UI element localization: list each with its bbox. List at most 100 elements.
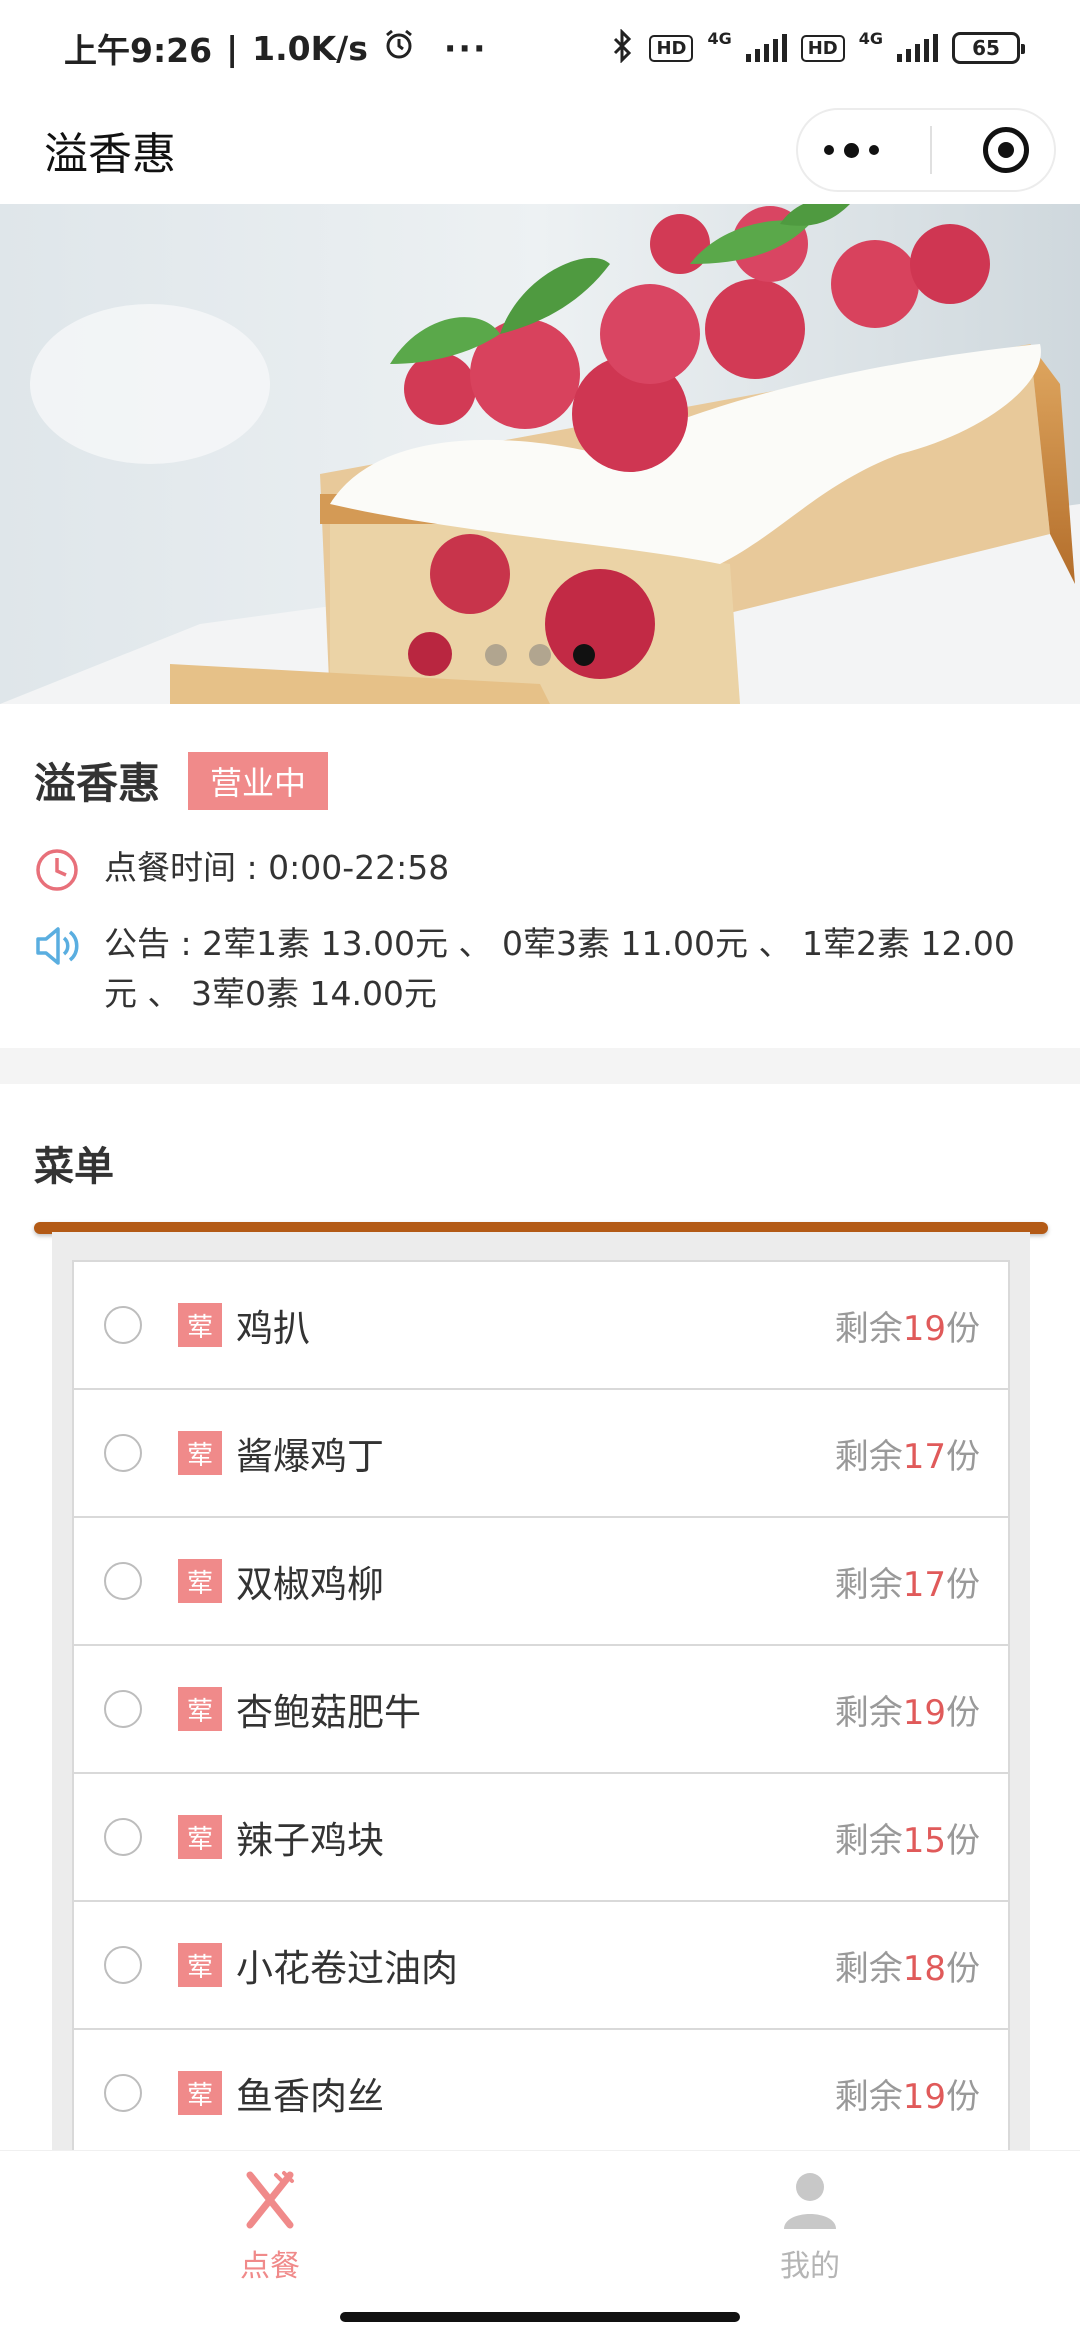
speaker-icon bbox=[34, 919, 104, 983]
menu-item[interactable]: 荤小花卷过油肉 剩余18份 bbox=[72, 1900, 1010, 2030]
carousel-dot[interactable] bbox=[529, 644, 551, 666]
shop-header: 溢香惠 营业中 bbox=[34, 750, 1046, 811]
status-more: ··· bbox=[443, 28, 488, 68]
select-radio[interactable] bbox=[104, 1306, 142, 1344]
remain-suffix: 份 bbox=[946, 1564, 980, 1605]
carousel-dot-active[interactable] bbox=[573, 644, 595, 666]
status-right: HD 4G HD 4G 65 bbox=[611, 27, 1025, 68]
notice-row: 公告 : 2荤1素 13.00元 、 0荤3素 11.00元 、 1荤2素 12… bbox=[34, 919, 1046, 1019]
dish-name: 鱼香肉丝 bbox=[236, 2075, 384, 2118]
section-divider bbox=[0, 1048, 1080, 1084]
status-badge: 营业中 bbox=[188, 751, 329, 810]
status-separator: | bbox=[226, 28, 239, 68]
select-radio[interactable] bbox=[104, 1690, 142, 1728]
bluetooth-icon bbox=[611, 27, 635, 68]
select-radio[interactable] bbox=[104, 1946, 142, 1984]
notice-text: 公告 : 2荤1素 13.00元 、 0荤3素 11.00元 、 1荤2素 12… bbox=[104, 924, 1015, 1013]
mini-program-page: 上午9:26 | 1.0K/s ··· HD 4G HD 4G 65 溢香惠 溢… bbox=[0, 0, 1080, 2340]
remain-prefix: 剩余 bbox=[834, 1436, 903, 1477]
menu-list[interactable]: 荤鸡扒 剩余19份荤酱爆鸡丁 剩余17份荤双椒鸡柳 剩余17份荤杏鲍菇肥牛 剩余19份荤… bbox=[52, 1232, 1030, 2150]
battery-indicator: 65 bbox=[952, 32, 1025, 64]
select-radio[interactable] bbox=[104, 1562, 142, 1600]
clock-icon bbox=[34, 843, 104, 907]
remain-number: 17 bbox=[902, 1436, 946, 1477]
remain-prefix: 剩余 bbox=[834, 1820, 903, 1861]
status-bar: 上午9:26 | 1.0K/s ··· HD 4G HD 4G 65 bbox=[0, 0, 1080, 96]
dish-name: 杏鲍菇肥牛 bbox=[236, 1691, 421, 1734]
meat-tag: 荤 bbox=[178, 1303, 222, 1347]
page-title: 溢香惠 bbox=[44, 129, 176, 180]
select-radio[interactable] bbox=[104, 2074, 142, 2112]
capsule-menu bbox=[796, 108, 1056, 192]
banner-carousel[interactable] bbox=[0, 204, 1080, 704]
hd-badge: HD bbox=[649, 34, 694, 62]
tab-order[interactable]: 点餐 bbox=[0, 2151, 540, 2300]
remain-suffix: 份 bbox=[946, 1948, 980, 1989]
signal-icon-2 bbox=[897, 34, 938, 62]
remaining-count: 剩余18份 bbox=[835, 1941, 980, 1990]
tab-mine-label: 我的 bbox=[780, 2249, 840, 2284]
remaining-count: 剩余17份 bbox=[835, 1429, 980, 1478]
nav-bar: 溢香惠 bbox=[0, 96, 1080, 204]
order-hours: 点餐时间 : 0:00-22:58 bbox=[104, 848, 450, 887]
remain-prefix: 剩余 bbox=[834, 1308, 903, 1349]
select-radio[interactable] bbox=[104, 1818, 142, 1856]
status-left: 上午9:26 | 1.0K/s ··· bbox=[64, 24, 488, 72]
menu-item[interactable]: 荤鱼香肉丝 剩余19份 bbox=[72, 2028, 1010, 2150]
remain-number: 15 bbox=[902, 1820, 946, 1861]
meat-tag: 荤 bbox=[178, 1687, 222, 1731]
status-net-speed: 1.0K/s bbox=[252, 28, 368, 68]
shop-name: 溢香惠 bbox=[34, 759, 161, 808]
close-miniprogram-icon[interactable] bbox=[982, 127, 1029, 173]
banner-image bbox=[0, 204, 1080, 704]
order-hours-row: 点餐时间 : 0:00-22:58 bbox=[34, 843, 1046, 907]
remain-suffix: 份 bbox=[946, 1820, 980, 1861]
remaining-count: 剩余19份 bbox=[835, 1685, 980, 1734]
remaining-count: 剩余19份 bbox=[835, 1301, 980, 1350]
signal-icon bbox=[745, 34, 787, 62]
tab-order-label: 点餐 bbox=[240, 2249, 300, 2284]
more-options-icon[interactable] bbox=[823, 142, 879, 158]
meat-tag: 荤 bbox=[178, 2071, 222, 2115]
meat-tag: 荤 bbox=[178, 1431, 222, 1475]
meat-tag: 荤 bbox=[178, 1815, 222, 1859]
remain-suffix: 份 bbox=[946, 1436, 980, 1477]
tab-bar: 点餐 我的 bbox=[0, 2150, 1080, 2300]
tab-mine[interactable]: 我的 bbox=[540, 2151, 1080, 2300]
select-radio[interactable] bbox=[104, 1434, 142, 1472]
status-time: 上午9:26 bbox=[64, 31, 213, 70]
remaining-count: 剩余15份 bbox=[835, 1813, 980, 1862]
home-indicator[interactable] bbox=[340, 2312, 740, 2322]
carousel-dot[interactable] bbox=[485, 644, 507, 666]
remain-prefix: 剩余 bbox=[834, 1564, 903, 1605]
dish-name: 双椒鸡柳 bbox=[236, 1563, 384, 1606]
remain-suffix: 份 bbox=[946, 2076, 980, 2117]
fork-knife-icon bbox=[240, 2169, 300, 2235]
remain-number: 18 bbox=[902, 1948, 946, 1989]
menu-item[interactable]: 荤鸡扒 剩余19份 bbox=[72, 1260, 1010, 1390]
dish-name: 辣子鸡块 bbox=[236, 1819, 384, 1862]
network-type: 4G bbox=[707, 28, 732, 48]
remain-prefix: 剩余 bbox=[834, 1692, 903, 1733]
remain-number: 19 bbox=[902, 1308, 946, 1349]
remain-number: 19 bbox=[902, 2076, 946, 2117]
carousel-dots bbox=[0, 644, 1080, 666]
menu-item[interactable]: 荤酱爆鸡丁 剩余17份 bbox=[72, 1388, 1010, 1518]
menu-item[interactable]: 荤辣子鸡块 剩余15份 bbox=[72, 1772, 1010, 1902]
dish-name: 小花卷过油肉 bbox=[236, 1947, 458, 1990]
remaining-count: 剩余19份 bbox=[835, 2069, 980, 2118]
remain-suffix: 份 bbox=[946, 1692, 980, 1733]
remain-number: 17 bbox=[902, 1564, 946, 1605]
remain-suffix: 份 bbox=[946, 1308, 980, 1349]
menu-item[interactable]: 荤双椒鸡柳 剩余17份 bbox=[72, 1516, 1010, 1646]
meat-tag: 荤 bbox=[178, 1559, 222, 1603]
menu-header: 菜单 bbox=[0, 1084, 1080, 1224]
alarm-icon bbox=[382, 27, 416, 69]
capsule-divider bbox=[929, 126, 932, 174]
dish-name: 酱爆鸡丁 bbox=[236, 1435, 384, 1478]
menu-title: 菜单 bbox=[34, 1144, 114, 1190]
remain-prefix: 剩余 bbox=[834, 2076, 903, 2117]
menu-item[interactable]: 荤杏鲍菇肥牛 剩余19份 bbox=[72, 1644, 1010, 1774]
remaining-count: 剩余17份 bbox=[835, 1557, 980, 1606]
meat-tag: 荤 bbox=[178, 1943, 222, 1987]
